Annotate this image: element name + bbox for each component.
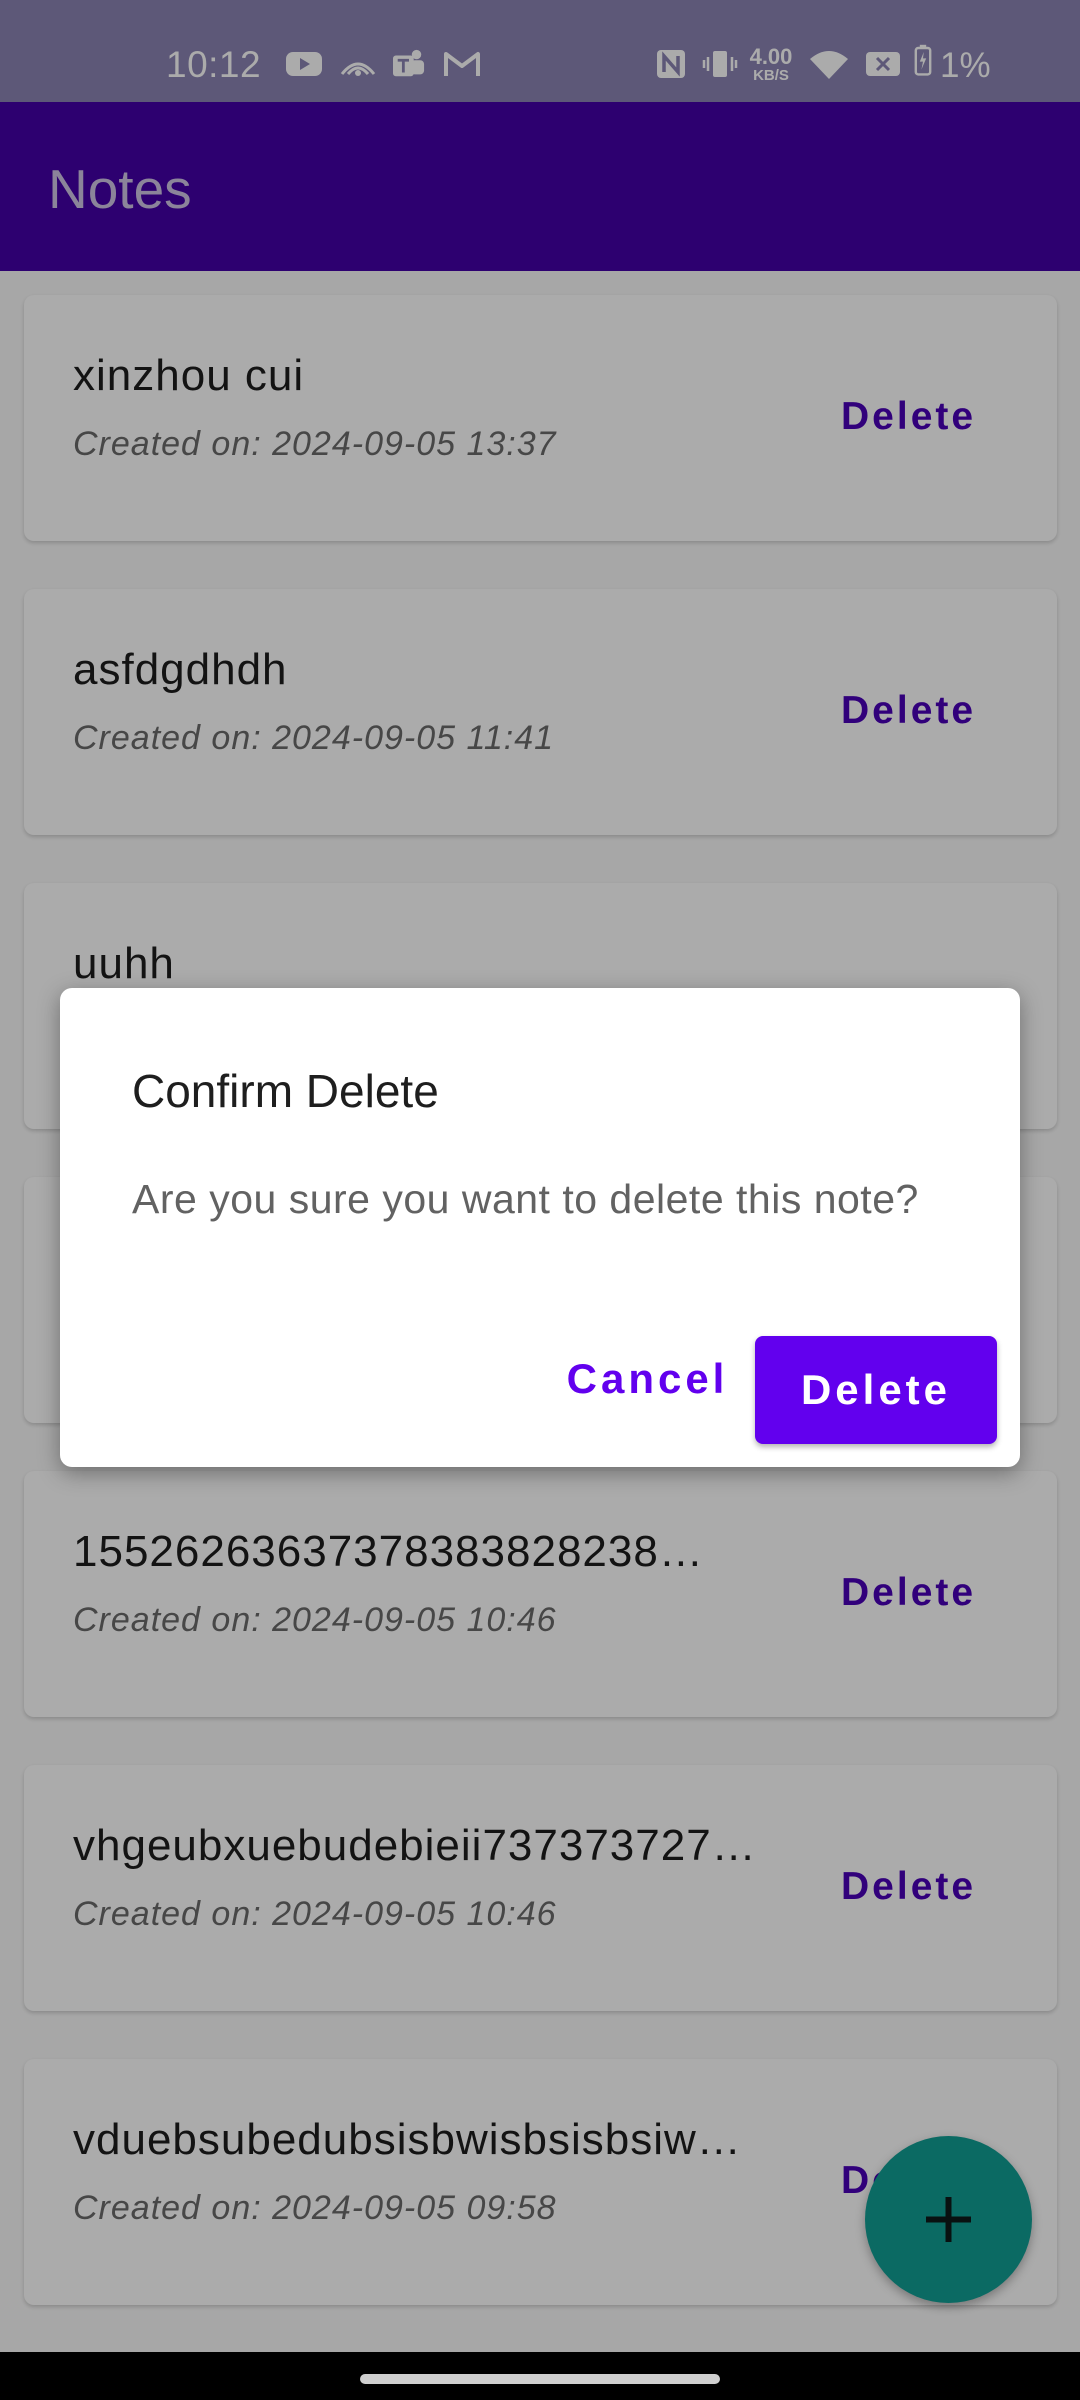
cancel-button[interactable]: Cancel [540,1336,755,1421]
confirm-delete-button[interactable]: Delete [755,1336,997,1444]
confirm-delete-dialog: Confirm Delete Are you sure you want to … [60,988,1020,1467]
home-gesture-handle[interactable] [360,2374,720,2384]
dialog-title: Confirm Delete [132,1065,439,1117]
dialog-message: Are you sure you want to delete this not… [132,1176,919,1222]
screen: 10:12 4.00 KB/S 1% Notes xinzhou cui Cre… [0,0,1080,2400]
